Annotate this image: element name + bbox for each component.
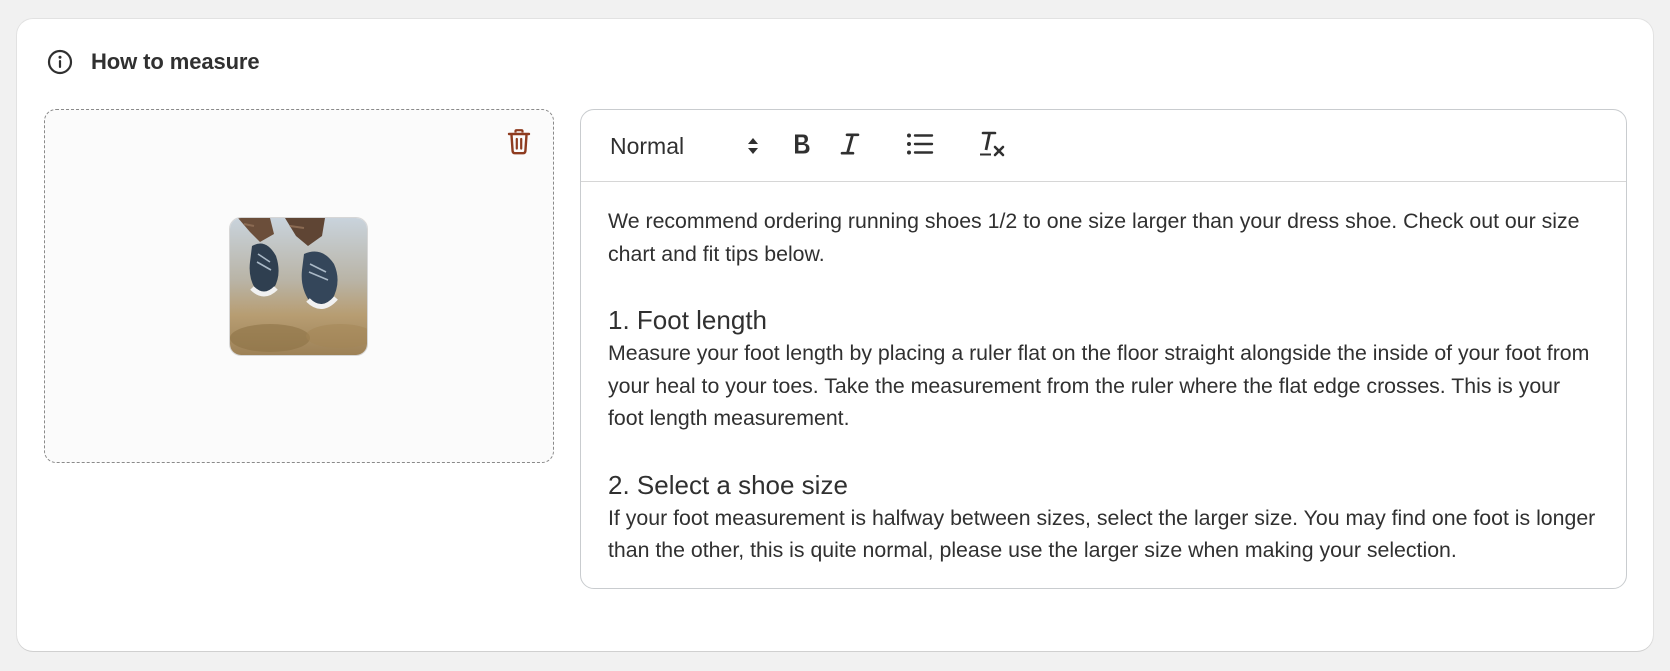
intro-paragraph: We recommend ordering running shoes 1/2 …	[608, 209, 1580, 266]
image-dropzone[interactable]	[44, 109, 554, 463]
step-heading-shoe-size: 2. Select a shoe size	[608, 469, 848, 500]
delete-image-button[interactable]	[503, 128, 535, 160]
step-body-shoe-size: If your foot measurement is halfway betw…	[608, 505, 1596, 563]
italic-button[interactable]	[834, 130, 866, 162]
select-arrows-icon	[746, 135, 760, 157]
info-circle-icon	[47, 49, 73, 75]
how-to-measure-card: How to measure Normal We recommend order…	[17, 19, 1653, 651]
bullet-list-icon	[906, 132, 934, 161]
editor-content[interactable]: We recommend ordering running shoes 1/2 …	[581, 182, 1626, 567]
clear-format-icon	[978, 130, 1006, 163]
shoe-thumbnail-image	[229, 217, 368, 356]
rich-text-editor[interactable]: Normal We recommend ordering running sho…	[580, 109, 1627, 589]
trash-icon	[507, 128, 531, 160]
clear-format-button[interactable]	[976, 130, 1008, 162]
card-header: How to measure	[47, 47, 260, 77]
italic-icon	[839, 132, 861, 161]
text-format-value: Normal	[610, 132, 685, 159]
editor-toolbar: Normal	[581, 110, 1626, 182]
bold-button[interactable]	[786, 130, 818, 162]
section-title: How to measure	[91, 49, 260, 74]
step-body-foot-length: Measure your foot length by placing a ru…	[608, 341, 1590, 430]
step-heading-foot-length: 1. Foot length	[608, 305, 767, 335]
bold-icon	[791, 132, 813, 161]
text-format-select[interactable]: Normal	[610, 130, 760, 162]
bullet-list-button[interactable]	[904, 130, 936, 162]
